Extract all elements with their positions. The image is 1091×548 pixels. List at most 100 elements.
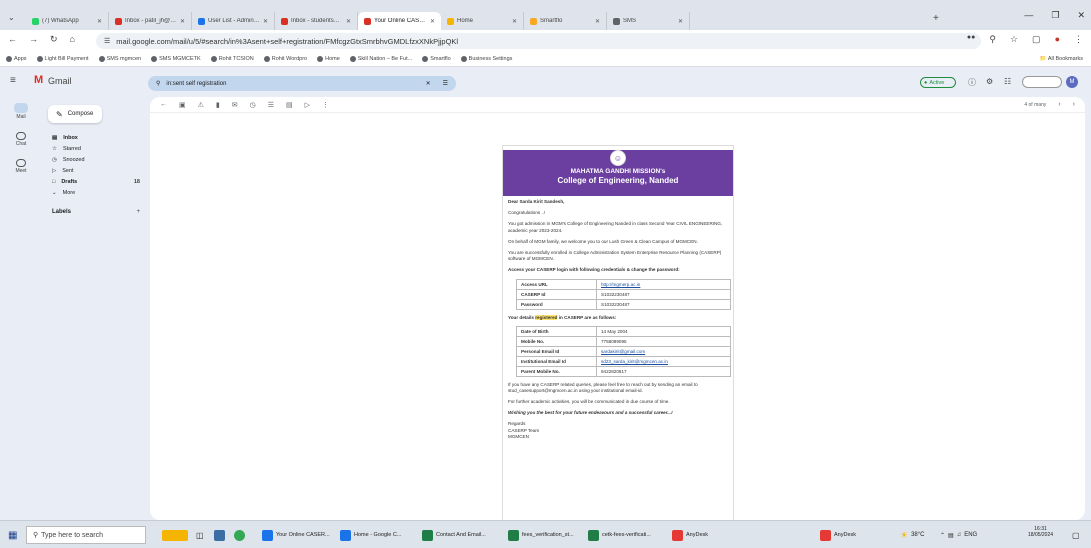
- file-explorer-icon[interactable]: [214, 526, 225, 544]
- system-tray[interactable]: ⌃ ▤ ♫ ENG: [940, 526, 977, 544]
- site-info-icon[interactable]: ☰: [104, 37, 110, 45]
- browser-tab[interactable]: SMS ✕: [607, 12, 690, 30]
- taskbar-app[interactable]: AnyDesk: [672, 526, 748, 544]
- tab-close-icon[interactable]: ✕: [595, 18, 600, 25]
- tab-close-icon[interactable]: ✕: [263, 18, 268, 25]
- weather-widget[interactable]: ☀ 38°C: [900, 526, 924, 544]
- home-icon[interactable]: ⌂: [70, 34, 75, 45]
- chrome-icon[interactable]: [234, 526, 245, 544]
- taskbar-app[interactable]: Your Online CASER...: [262, 526, 338, 544]
- browser-tab[interactable]: User List - Admin Console✕: [192, 12, 275, 30]
- close-window-icon[interactable]: ✕: [1077, 10, 1085, 21]
- bookmark-item[interactable]: SMS MGMCETK: [151, 56, 201, 62]
- newer-icon[interactable]: ‹: [1058, 101, 1060, 108]
- rail-chat[interactable]: Chat: [0, 132, 42, 147]
- taskbar-app[interactable]: Contact And Email...: [422, 526, 498, 544]
- sidebar-item-snoozed[interactable]: ◷ Snoozed: [52, 157, 140, 163]
- taskbar-app[interactable]: cetk-fees-verificati...: [588, 526, 664, 544]
- taskbar-search-input[interactable]: ⚲ Type here to search: [26, 526, 146, 544]
- tab-close-icon[interactable]: ✕: [678, 18, 683, 25]
- main-menu-icon[interactable]: ≡: [10, 75, 16, 86]
- bookmark-star-icon[interactable]: ☆: [1010, 34, 1018, 45]
- bookmark-item[interactable]: Skill Nation – Be Fut...: [349, 56, 412, 62]
- sidebar-item-inbox[interactable]: ▤ Inbox: [52, 135, 140, 141]
- tab-close-icon[interactable]: ✕: [346, 18, 351, 25]
- taskbar-app[interactable]: AnyDesk: [820, 526, 896, 544]
- settings-gear-icon[interactable]: ⚙: [986, 77, 993, 86]
- bookmark-item[interactable]: Rohit Wordpro: [263, 56, 307, 62]
- more-options-icon[interactable]: ⋮: [322, 101, 329, 109]
- side-panel-icon[interactable]: ▢: [1032, 34, 1041, 45]
- add-label-icon[interactable]: +: [136, 209, 140, 215]
- all-bookmarks-button[interactable]: 📁 All Bookmarks: [1040, 56, 1083, 62]
- help-icon[interactable]: ⓘ: [968, 77, 976, 88]
- widgets-icon[interactable]: [162, 526, 188, 544]
- tab-search-icon[interactable]: ⌄: [8, 13, 15, 22]
- notifications-icon[interactable]: ▢: [1072, 526, 1080, 544]
- reload-icon[interactable]: ↻: [50, 34, 58, 45]
- minimize-icon[interactable]: —: [1024, 10, 1033, 21]
- browser-tab[interactable]: Inbox - patil_jh@mgmce·✕: [109, 12, 192, 30]
- browser-tab[interactable]: Inbox - studentsupport@✕: [275, 12, 358, 30]
- tab-close-icon[interactable]: ✕: [430, 18, 435, 25]
- profile-avatar[interactable]: ●: [1055, 34, 1060, 45]
- account-avatar[interactable]: M: [1066, 76, 1078, 88]
- task-view-icon[interactable]: ◫: [196, 526, 204, 544]
- new-tab-button[interactable]: +: [933, 13, 939, 24]
- windows-start-icon[interactable]: ▦: [8, 526, 17, 544]
- back-icon[interactable]: ←: [8, 34, 17, 45]
- table-value[interactable]: sardakirit@gmail.com: [596, 345, 731, 357]
- add-task-icon[interactable]: ☰: [268, 101, 274, 109]
- gmail-logo-icon[interactable]: M: [34, 74, 43, 86]
- rail-mail[interactable]: Mail: [0, 103, 42, 120]
- sidebar-item-sent[interactable]: ▷ Sent: [52, 168, 140, 174]
- bookmark-item[interactable]: Business Settings: [460, 56, 512, 62]
- search-options-icon[interactable]: ☰: [443, 80, 448, 87]
- mark-unread-icon[interactable]: ✉: [232, 101, 238, 109]
- tab-close-icon[interactable]: ✕: [180, 18, 185, 25]
- bookmark-item[interactable]: Rohit TCSION: [210, 56, 254, 62]
- forward-icon[interactable]: →: [29, 34, 38, 45]
- table-value[interactable]: sd23_sarda_kirit@mgmcen.ac.in: [596, 355, 731, 367]
- menu-icon[interactable]: ⋮: [1074, 34, 1083, 45]
- compose-button[interactable]: ✎ Compose: [48, 105, 102, 123]
- bookmark-item[interactable]: Smartflo: [422, 56, 451, 62]
- bookmark-item[interactable]: Home: [317, 56, 340, 62]
- zoom-icon[interactable]: ⚲: [989, 34, 996, 45]
- maximize-icon[interactable]: ❐: [1051, 10, 1059, 21]
- archive-icon[interactable]: ▣: [179, 101, 186, 109]
- back-to-list-icon[interactable]: ←: [160, 101, 167, 108]
- bookmark-item[interactable]: Apps: [6, 56, 27, 62]
- browser-tab[interactable]: (7) WhatsApp ✕: [26, 12, 109, 30]
- bookmark-item[interactable]: Light Bill Payment: [36, 56, 89, 62]
- search-icon[interactable]: ⚲: [156, 80, 160, 87]
- apps-grid-icon[interactable]: ☷: [1004, 77, 1011, 86]
- older-icon[interactable]: ›: [1073, 101, 1075, 108]
- email-link[interactable]: sd23_sarda_kirit@mgmcen.ac.in: [601, 359, 668, 364]
- browser-tab[interactable]: Home ✕: [441, 12, 524, 30]
- rail-meet[interactable]: Meet: [0, 159, 42, 174]
- delete-icon[interactable]: ▮: [216, 101, 220, 109]
- clear-search-icon[interactable]: ✕: [426, 80, 431, 87]
- label-icon[interactable]: ▷: [305, 101, 310, 109]
- taskbar-app[interactable]: Home - Google C...: [340, 526, 416, 544]
- sidebar-item-drafts[interactable]: □ Drafts 18: [52, 179, 140, 185]
- tab-close-icon[interactable]: ✕: [512, 18, 517, 25]
- password-key-icon[interactable]: ●●: [967, 34, 975, 45]
- move-to-icon[interactable]: ▤: [286, 101, 293, 109]
- sidebar-item-more[interactable]: ⌄ More: [52, 190, 140, 196]
- report-spam-icon[interactable]: ⚠: [198, 101, 204, 109]
- address-bar[interactable]: ☰ mail.google.com/mail/u/5/#search/in%3A…: [96, 33, 981, 49]
- status-button[interactable]: ● Active: [920, 77, 956, 88]
- table-value[interactable]: http://mgmerp.ac.in: [596, 278, 731, 290]
- mail-search-input[interactable]: ⚲ in:sent self registration ✕ ☰: [148, 76, 456, 91]
- snooze-icon[interactable]: ◷: [250, 101, 256, 109]
- email-link[interactable]: sardakirit@gmail.com: [601, 349, 645, 354]
- browser-tab[interactable]: Your Online CASERP Self✕: [358, 12, 441, 30]
- workspace-logo[interactable]: [1022, 76, 1062, 88]
- email-link[interactable]: http://mgmerp.ac.in: [601, 282, 640, 287]
- clock[interactable]: 16:31 18/05/2024: [1028, 526, 1053, 544]
- bookmark-item[interactable]: SMS mgmcen: [98, 56, 141, 62]
- sidebar-item-starred[interactable]: ☆ Starred: [52, 146, 140, 152]
- taskbar-app[interactable]: fees_verification_st...: [508, 526, 584, 544]
